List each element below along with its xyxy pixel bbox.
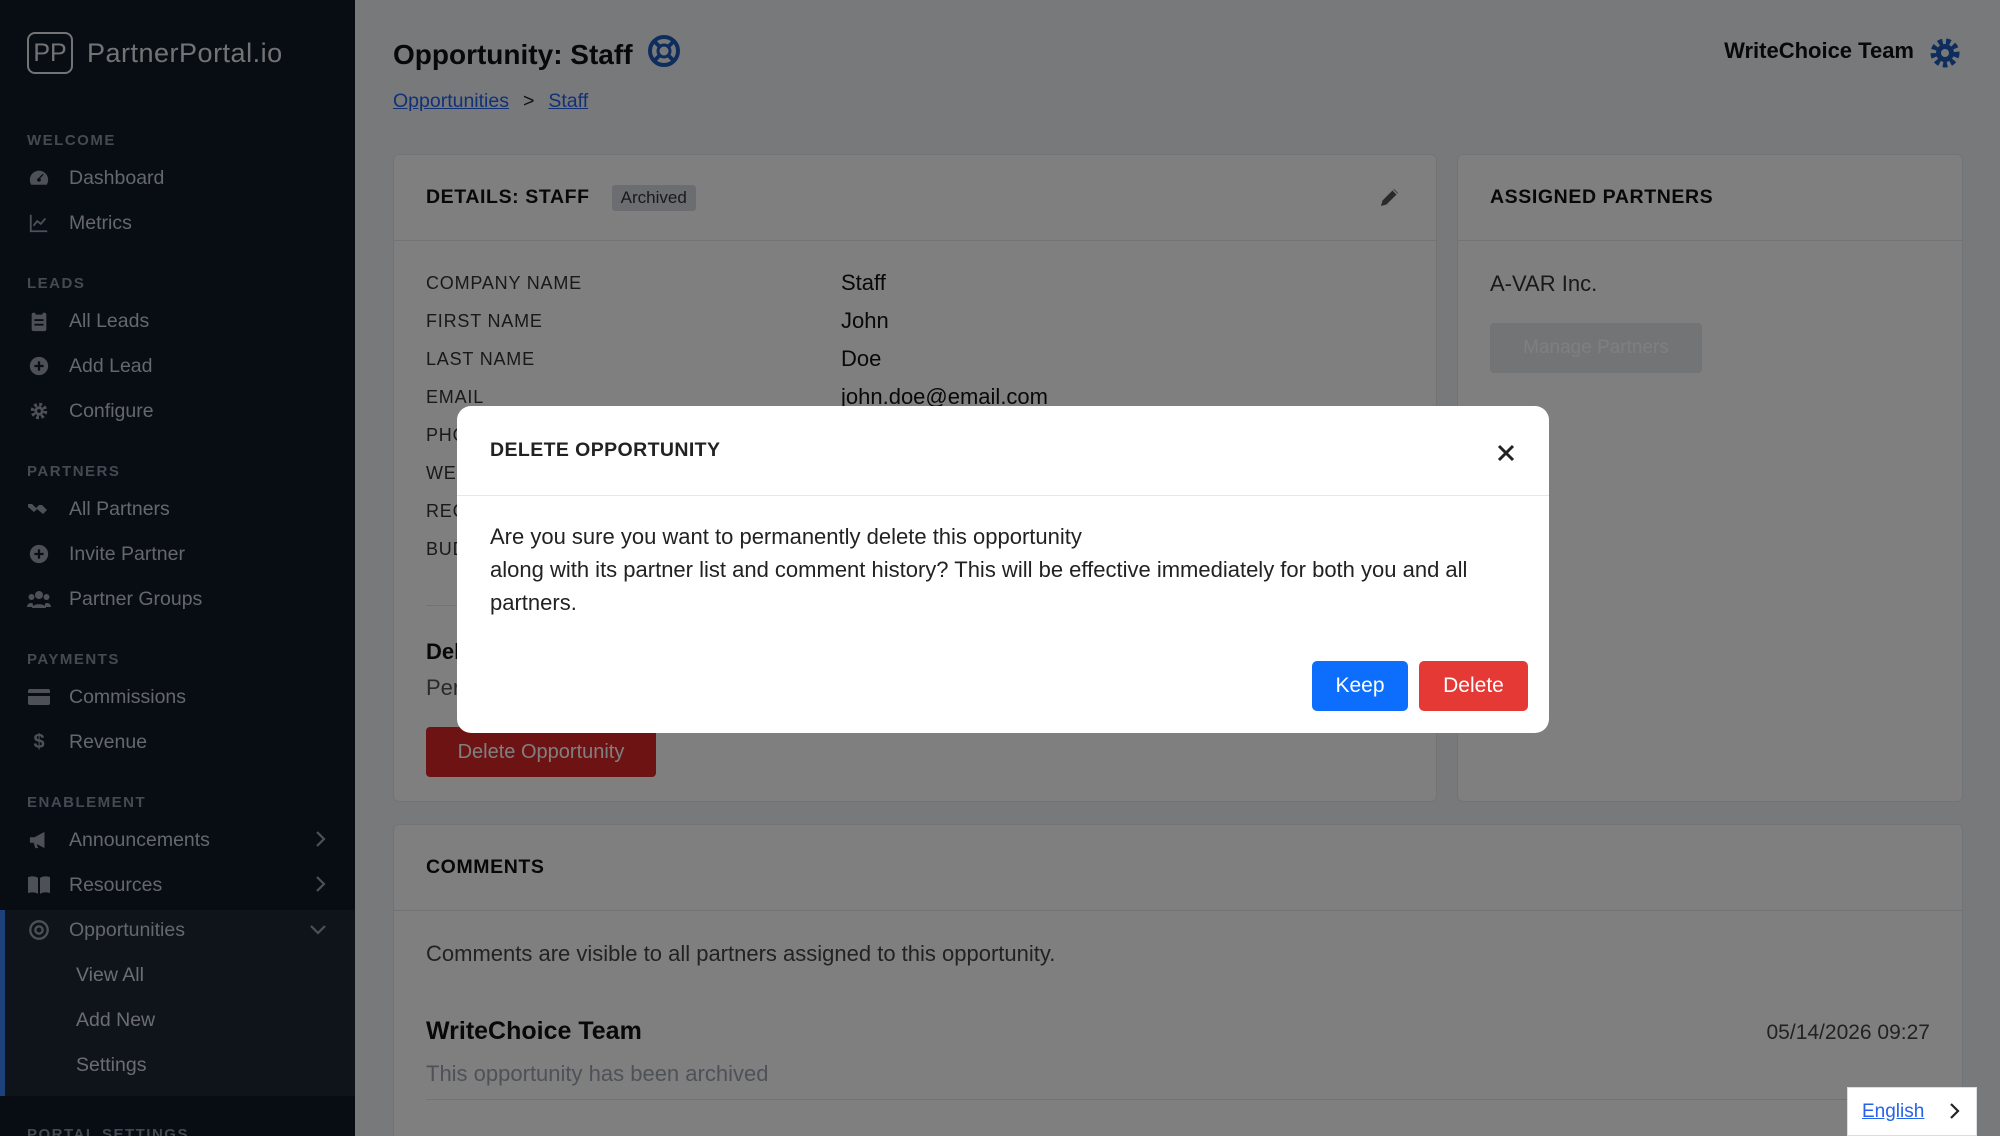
language-selector[interactable]: English xyxy=(1847,1087,1977,1136)
chevron-right-icon xyxy=(1948,1102,1960,1126)
delete-button[interactable]: Delete xyxy=(1419,661,1528,711)
language-link[interactable]: English xyxy=(1862,1101,1924,1123)
modal-header: DELETE OPPORTUNITY xyxy=(457,406,1549,496)
keep-button[interactable]: Keep xyxy=(1312,661,1408,711)
close-icon[interactable] xyxy=(1497,444,1515,462)
delete-opportunity-modal: DELETE OPPORTUNITY Are you sure you want… xyxy=(457,406,1549,733)
modal-body: Are you sure you want to permanently del… xyxy=(490,520,1520,619)
modal-body-line-2: along with its partner list and comment … xyxy=(490,557,1468,615)
modal-body-line-1: Are you sure you want to permanently del… xyxy=(490,524,1082,549)
modal-title: DELETE OPPORTUNITY xyxy=(490,439,721,461)
